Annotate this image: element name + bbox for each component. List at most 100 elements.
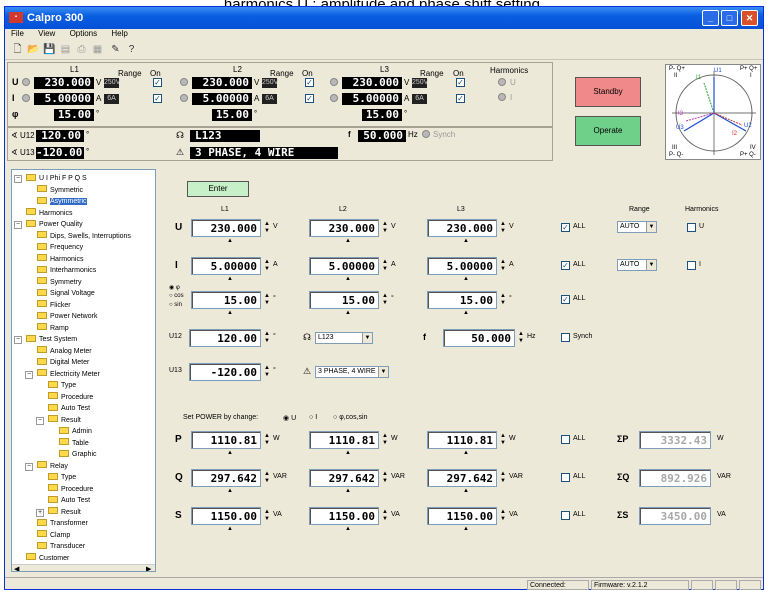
tree-item[interactable]: Relay: [37, 461, 68, 471]
new-file-icon[interactable]: 🗋: [11, 44, 24, 56]
s-l3-input[interactable]: 1150.00: [427, 507, 497, 525]
i-l1-on-checkbox[interactable]: ✓: [153, 94, 162, 103]
power-option-u[interactable]: ◉ U: [283, 414, 296, 422]
phi-l2-spin-arrows[interactable]: ▲ ▼: [381, 293, 389, 307]
u-harmonics-checkbox[interactable]: [687, 223, 696, 232]
standby-button[interactable]: Standby: [575, 77, 641, 107]
tree-item[interactable]: Result: [48, 507, 81, 517]
i-l3-input[interactable]: 5.00000: [427, 257, 497, 275]
u-l3-spin-arrows[interactable]: ▲ ▼: [499, 221, 507, 235]
frequency-spin-arrows[interactable]: ▲ ▼: [517, 331, 525, 345]
frequency-input[interactable]: 50.000: [443, 329, 515, 347]
u-l3-input[interactable]: 230.000: [427, 219, 497, 237]
u-l1-input[interactable]: 230.000: [191, 219, 261, 237]
phi-option-cos[interactable]: ○ cos: [169, 293, 184, 299]
tree-item[interactable]: Power Quality: [26, 219, 83, 229]
i-l3-spin-arrows[interactable]: ▲ ▼: [499, 259, 507, 273]
u-l2-spin-arrows[interactable]: ▲ ▼: [381, 221, 389, 235]
tree-item[interactable]: Frequency: [37, 242, 83, 252]
i-all-checkbox[interactable]: ✓: [561, 261, 570, 270]
p-l1-input[interactable]: 1110.81: [191, 431, 261, 449]
u-l1-spin-arrows[interactable]: ▲ ▼: [263, 221, 271, 235]
print-preview-icon[interactable]: ▤: [59, 44, 72, 56]
tree-expander[interactable]: −: [25, 370, 33, 379]
q-l2-input[interactable]: 297.642: [309, 469, 379, 487]
tree-item[interactable]: Ramp: [37, 323, 69, 333]
tree-expander[interactable]: −: [14, 221, 22, 229]
p-all-checkbox[interactable]: [561, 435, 570, 444]
menu-file[interactable]: File: [11, 29, 24, 38]
minimize-button[interactable]: _: [702, 10, 719, 26]
tree-item[interactable]: Type: [48, 472, 76, 482]
chevron-down-icon[interactable]: ▼: [646, 222, 656, 232]
i-range-select[interactable]: AUTO ▼: [617, 259, 657, 271]
phi-l1-input[interactable]: 15.00: [191, 291, 261, 309]
phi-l1-spin-arrows[interactable]: ▲ ▼: [263, 293, 271, 307]
u-l3-on-checkbox[interactable]: ✓: [456, 78, 465, 87]
s-l1-spin-arrows[interactable]: ▲ ▼: [263, 509, 271, 523]
save-icon[interactable]: 💾: [43, 44, 56, 56]
scroll-right-icon[interactable]: ▶: [146, 565, 151, 571]
tree-expander[interactable]: +: [36, 508, 44, 517]
tree-expander[interactable]: −: [14, 175, 22, 183]
wiring-select[interactable]: 3 PHASE, 4 WIRE ▼: [315, 366, 389, 378]
tree-item[interactable]: Electricity Meter: [37, 369, 100, 379]
s-l1-input[interactable]: 1150.00: [191, 507, 261, 525]
synch-checkbox[interactable]: [561, 333, 570, 342]
open-folder-icon[interactable]: 📂: [27, 44, 40, 56]
p-l1-spin-arrows[interactable]: ▲ ▼: [263, 433, 271, 447]
phi-all-checkbox[interactable]: ✓: [561, 295, 570, 304]
i-l2-on-checkbox[interactable]: ✓: [305, 94, 314, 103]
tree-expander[interactable]: −: [25, 462, 33, 471]
tree-item[interactable]: Auto Test: [48, 403, 90, 413]
q-l3-input[interactable]: 297.642: [427, 469, 497, 487]
enter-button[interactable]: Enter: [187, 181, 249, 197]
p-l2-spin-arrows[interactable]: ▲ ▼: [381, 433, 389, 447]
operate-button[interactable]: Operate: [575, 116, 641, 146]
i-l3-on-checkbox[interactable]: ✓: [456, 94, 465, 103]
i-l2-spin-arrows[interactable]: ▲ ▼: [381, 259, 389, 273]
tree-item[interactable]: Dips, Swells, Interruptions: [37, 231, 131, 241]
tree-item[interactable]: Auto Test: [48, 495, 90, 505]
s-all-checkbox[interactable]: [561, 511, 570, 520]
u12-spin-arrows[interactable]: ▲ ▼: [263, 331, 271, 345]
tree-item[interactable]: Digital Meter: [37, 357, 89, 367]
chevron-down-icon[interactable]: ▼: [362, 333, 372, 343]
u-l2-on-checkbox[interactable]: ✓: [305, 78, 314, 87]
p-l2-input[interactable]: 1110.81: [309, 431, 379, 449]
phi-l2-input[interactable]: 15.00: [309, 291, 379, 309]
close-button[interactable]: ✕: [741, 10, 758, 26]
report-icon[interactable]: ▦: [91, 44, 104, 56]
s-l3-spin-arrows[interactable]: ▲ ▼: [499, 509, 507, 523]
scroll-left-icon[interactable]: ◀: [14, 565, 19, 571]
q-l1-spin-arrows[interactable]: ▲ ▼: [263, 471, 271, 485]
tree-item[interactable]: Transducer: [37, 541, 85, 551]
i-l1-input[interactable]: 5.00000: [191, 257, 261, 275]
tree-item[interactable]: Table: [59, 438, 89, 448]
tree-item[interactable]: U I Phi F P Q S: [26, 173, 87, 183]
tools-icon[interactable]: ✎: [109, 44, 122, 56]
u13-spin-arrows[interactable]: ▲ ▼: [263, 365, 271, 379]
q-l2-spin-arrows[interactable]: ▲ ▼: [381, 471, 389, 485]
phi-option-sin[interactable]: ○ sin: [169, 302, 182, 308]
menu-options[interactable]: Options: [70, 29, 98, 38]
tree-item[interactable]: Symmetric: [37, 185, 83, 195]
phi-l3-spin-arrows[interactable]: ▲ ▼: [499, 293, 507, 307]
tree-item[interactable]: Harmonics: [26, 208, 72, 218]
u-range-select[interactable]: AUTO ▼: [617, 221, 657, 233]
tree-item[interactable]: Admin: [59, 426, 92, 436]
s-l2-spin-arrows[interactable]: ▲ ▼: [381, 509, 389, 523]
phi-l3-input[interactable]: 15.00: [427, 291, 497, 309]
print-icon[interactable]: ⎙: [75, 44, 88, 56]
tree-item[interactable]: Interharmonics: [37, 265, 96, 275]
u12-input[interactable]: 120.00: [189, 329, 261, 347]
u-l1-on-checkbox[interactable]: ✓: [153, 78, 162, 87]
p-l3-spin-arrows[interactable]: ▲ ▼: [499, 433, 507, 447]
menu-help[interactable]: Help: [111, 29, 127, 38]
tree-item[interactable]: Graphic: [59, 449, 97, 459]
tree-item[interactable]: Signal Voltage: [37, 288, 95, 298]
q-l1-input[interactable]: 297.642: [191, 469, 261, 487]
chevron-down-icon[interactable]: ▼: [646, 260, 656, 270]
power-option-i[interactable]: ○ I: [309, 414, 317, 421]
tree-item[interactable]: Flicker: [37, 300, 71, 310]
